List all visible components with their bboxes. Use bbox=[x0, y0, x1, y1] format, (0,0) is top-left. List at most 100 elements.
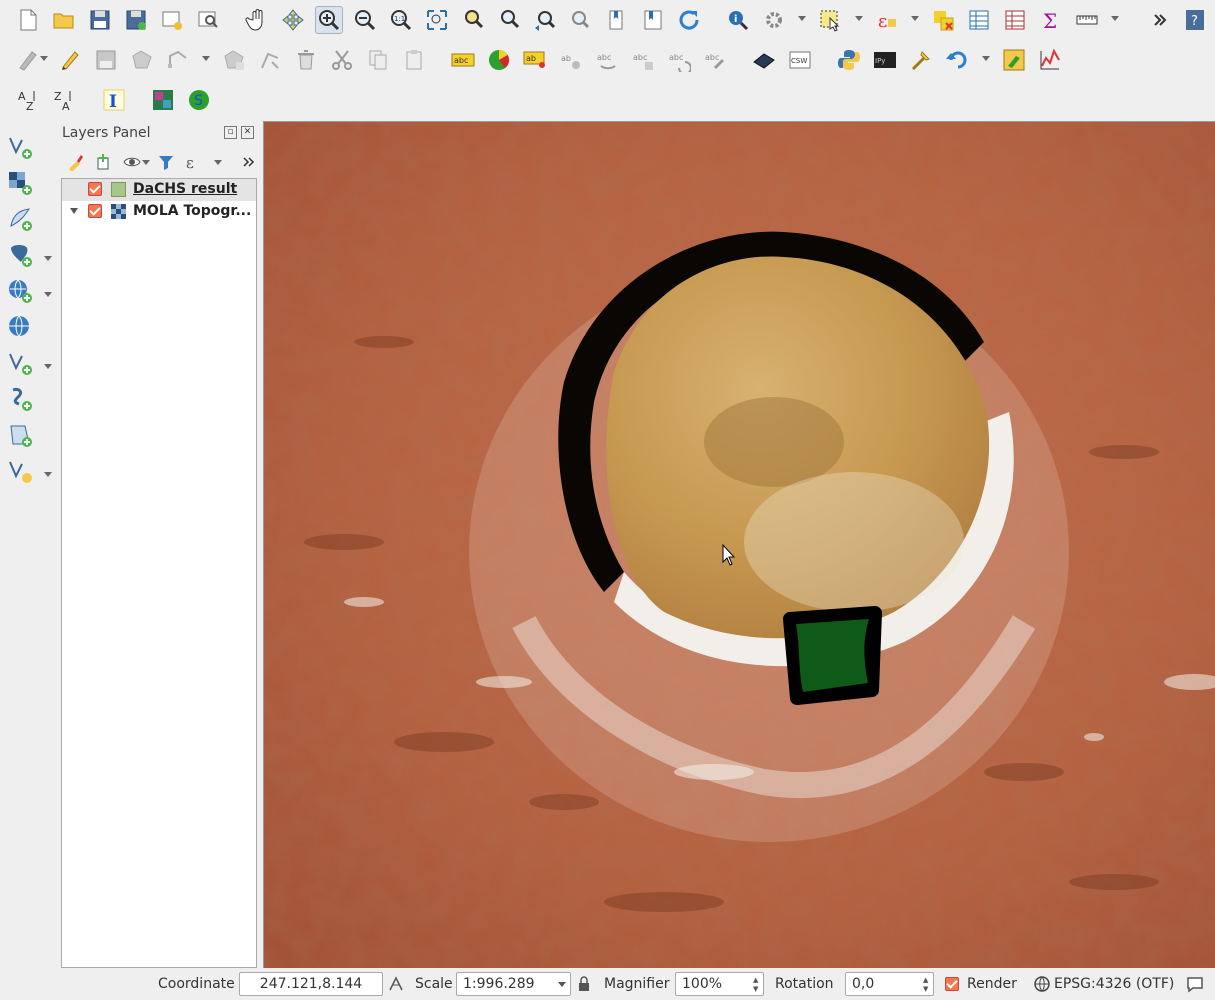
expression-dropdown-icon[interactable] bbox=[214, 160, 222, 165]
deselect-icon[interactable] bbox=[929, 6, 957, 34]
label-icon[interactable]: abc bbox=[449, 46, 477, 74]
wfs-dropdown-icon[interactable] bbox=[44, 364, 52, 369]
add-virtual-layer-icon[interactable] bbox=[6, 421, 34, 449]
label-properties-icon[interactable]: abc bbox=[701, 46, 729, 74]
action-icon[interactable] bbox=[760, 6, 788, 34]
select-by-expression-icon[interactable]: ε bbox=[873, 6, 901, 34]
manage-themes-icon[interactable] bbox=[122, 152, 142, 172]
ipython-icon[interactable]: IPy bbox=[871, 46, 899, 74]
profile-tool-icon[interactable] bbox=[1036, 46, 1064, 74]
add-raster-layer-icon[interactable] bbox=[6, 169, 34, 197]
move-label-icon[interactable]: abc bbox=[593, 46, 621, 74]
spin-up-icon[interactable]: ▲ bbox=[923, 976, 931, 984]
coordinate-toggle-icon[interactable] bbox=[387, 975, 405, 993]
wms-dropdown-icon[interactable] bbox=[44, 292, 52, 297]
current-edits-icon[interactable] bbox=[14, 46, 42, 74]
mosaic-icon[interactable] bbox=[149, 86, 177, 114]
paste-features-icon[interactable] bbox=[400, 46, 428, 74]
more-icon[interactable] bbox=[1145, 6, 1173, 34]
style-manager-icon[interactable] bbox=[66, 152, 86, 172]
info-i-icon[interactable]: I bbox=[100, 86, 128, 114]
zoom-full-icon[interactable] bbox=[423, 6, 451, 34]
statistics-icon[interactable]: Σ bbox=[1037, 6, 1065, 34]
measure-icon[interactable] bbox=[1073, 6, 1101, 34]
coordinate-field[interactable]: 247.121,8.144 bbox=[239, 972, 383, 996]
postgis-dropdown-icon[interactable] bbox=[44, 256, 52, 261]
toggle-editing-icon[interactable] bbox=[56, 46, 84, 74]
rotate-label-icon[interactable]: abc bbox=[629, 46, 657, 74]
action-dropdown-icon[interactable] bbox=[798, 16, 806, 21]
crs-label[interactable]: EPSG:4326 (OTF) bbox=[1054, 976, 1174, 992]
filter-legend-icon[interactable] bbox=[156, 152, 176, 172]
attribute-table-icon[interactable] bbox=[965, 6, 993, 34]
add-delimited-text-icon[interactable] bbox=[6, 385, 34, 413]
add-group-icon[interactable] bbox=[94, 152, 114, 172]
layer-item[interactable]: MOLA Topogr... bbox=[62, 201, 256, 223]
add-wms-layer-icon[interactable] bbox=[6, 277, 34, 305]
add-polygon-icon[interactable] bbox=[128, 46, 156, 74]
processing-icon[interactable] bbox=[907, 46, 935, 74]
pan-icon[interactable] bbox=[243, 6, 271, 34]
magnifier-spinbox[interactable]: 100% ▲ ▼ bbox=[675, 972, 764, 996]
new-layer-dropdown-icon[interactable] bbox=[44, 472, 52, 477]
vertex-dropdown-icon[interactable] bbox=[202, 56, 210, 61]
diagram-icon[interactable] bbox=[485, 46, 513, 74]
spin-down-icon[interactable]: ▼ bbox=[753, 985, 761, 993]
new-bookmark-icon[interactable] bbox=[603, 6, 631, 34]
dachs-result-polygon[interactable] bbox=[796, 619, 869, 692]
layer-visibility-checkbox[interactable] bbox=[88, 182, 102, 196]
map-canvas[interactable] bbox=[263, 121, 1215, 968]
add-postgis-layer-icon[interactable] bbox=[6, 241, 34, 269]
refresh-icon[interactable] bbox=[675, 6, 703, 34]
spin-down-icon[interactable]: ▼ bbox=[923, 985, 931, 993]
new-print-layout-icon[interactable] bbox=[158, 6, 186, 34]
layer-item[interactable]: DaCHS result bbox=[62, 179, 256, 201]
samp-icon[interactable]: S bbox=[185, 86, 213, 114]
sort-za-icon[interactable]: ZA bbox=[50, 86, 78, 114]
zoom-to-layer-icon[interactable] bbox=[495, 6, 523, 34]
edits-dropdown-icon[interactable] bbox=[40, 56, 48, 61]
pin-labels-icon[interactable]: ab bbox=[521, 46, 549, 74]
identify-icon[interactable]: i bbox=[724, 6, 752, 34]
spin-up-icon[interactable]: ▲ bbox=[753, 976, 761, 984]
pan-to-selection-icon[interactable] bbox=[279, 6, 307, 34]
node-tool-icon[interactable] bbox=[256, 46, 284, 74]
field-calculator-icon[interactable] bbox=[1001, 6, 1029, 34]
change-label-icon[interactable]: abc bbox=[665, 46, 693, 74]
zoom-native-icon[interactable]: 1:1 bbox=[387, 6, 415, 34]
more-tools-icon[interactable] bbox=[238, 152, 258, 172]
close-panel-icon[interactable]: ✕ bbox=[241, 126, 254, 139]
new-layer-icon[interactable] bbox=[6, 457, 34, 485]
layout-manager-icon[interactable] bbox=[194, 6, 222, 34]
themes-dropdown-icon[interactable] bbox=[142, 160, 150, 165]
zoom-in-icon[interactable] bbox=[315, 6, 343, 34]
undo-dropdown-icon[interactable] bbox=[982, 56, 990, 61]
python-console-icon[interactable] bbox=[835, 46, 863, 74]
select-features-icon[interactable] bbox=[816, 6, 844, 34]
add-ring-icon[interactable] bbox=[220, 46, 248, 74]
open-project-icon[interactable] bbox=[50, 6, 78, 34]
crs-globe-icon[interactable] bbox=[1034, 976, 1050, 992]
lock-scale-icon[interactable] bbox=[577, 976, 591, 992]
vertex-tool-icon[interactable] bbox=[164, 46, 192, 74]
add-spatialite-layer-icon[interactable] bbox=[6, 205, 34, 233]
add-wcs-layer-icon[interactable] bbox=[6, 313, 34, 341]
select-dropdown-icon[interactable] bbox=[855, 16, 863, 21]
scale-combobox[interactable]: 1:996.289 bbox=[456, 972, 571, 996]
zoom-last-icon[interactable] bbox=[531, 6, 559, 34]
zoom-out-icon[interactable] bbox=[351, 6, 379, 34]
render-checkbox[interactable] bbox=[945, 977, 959, 991]
scale-dropdown-icon[interactable] bbox=[558, 982, 566, 987]
add-wfs-layer-icon[interactable] bbox=[6, 349, 34, 377]
show-bookmarks-icon[interactable] bbox=[639, 6, 667, 34]
copy-features-icon[interactable] bbox=[364, 46, 392, 74]
zoom-to-selection-icon[interactable] bbox=[459, 6, 487, 34]
expand-arrow-icon[interactable] bbox=[70, 208, 78, 214]
delete-selected-icon[interactable] bbox=[292, 46, 320, 74]
save-edits-icon[interactable] bbox=[92, 46, 120, 74]
undo-icon[interactable] bbox=[943, 46, 971, 74]
metasearch-icon[interactable] bbox=[750, 46, 778, 74]
rotation-spinbox[interactable]: 0,0 ▲ ▼ bbox=[845, 972, 934, 996]
save-as-icon[interactable] bbox=[122, 6, 150, 34]
new-project-icon[interactable] bbox=[14, 6, 42, 34]
